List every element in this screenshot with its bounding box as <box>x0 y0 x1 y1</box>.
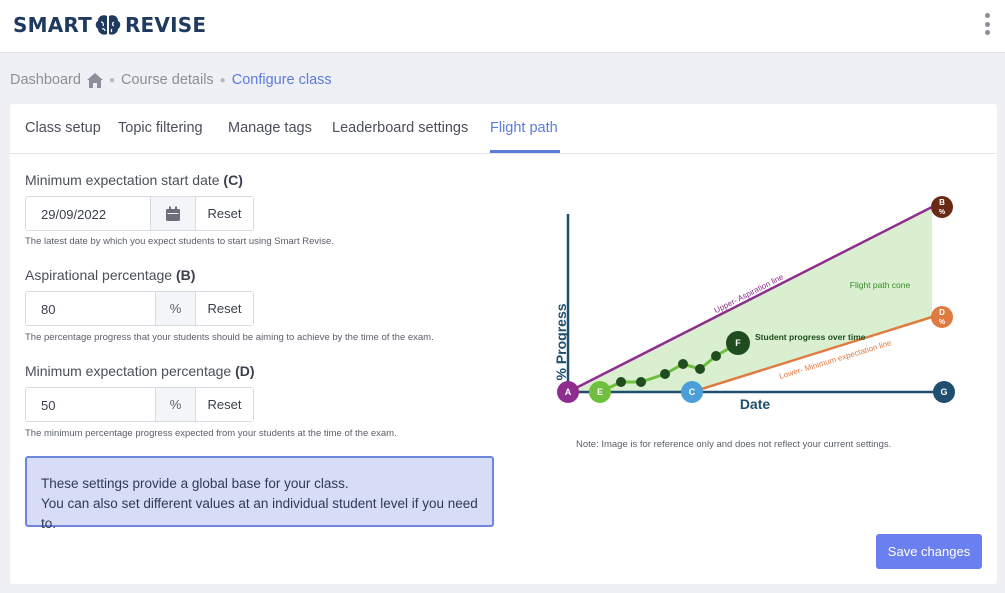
tab-flight-path[interactable]: Flight path <box>490 120 558 136</box>
save-changes-button[interactable]: Save changes <box>876 534 982 569</box>
breadcrumb-separator: ● <box>219 74 226 86</box>
start-date-reset-button[interactable]: Reset <box>195 197 253 230</box>
start-date-label: Minimum expectation start date (C) <box>25 172 243 188</box>
svg-text:B: B <box>939 198 945 207</box>
aspirational-input-group: 80 % Reset <box>25 291 254 326</box>
flight-path-diagram: % Progress Date Upper- Aspiration line L… <box>553 196 955 412</box>
svg-text:F: F <box>735 338 741 348</box>
brain-icon <box>95 15 121 35</box>
tab-manage-tags[interactable]: Manage tags <box>228 120 312 136</box>
breadcrumb-course-details[interactable]: Course details <box>121 72 214 88</box>
svg-text:C: C <box>689 387 696 397</box>
aspirational-help: The percentage progress that your studen… <box>25 332 434 343</box>
progress-point <box>636 377 646 387</box>
svg-text:%: % <box>939 209 946 216</box>
percent-addon: % <box>155 292 195 325</box>
progress-point <box>616 377 626 387</box>
point-a: A <box>557 381 579 403</box>
calendar-icon[interactable] <box>150 197 195 230</box>
svg-text:E: E <box>597 387 603 397</box>
configure-class-card: Class setup Topic filtering Manage tags … <box>10 104 997 584</box>
breadcrumb-dashboard[interactable]: Dashboard <box>10 72 81 88</box>
point-e: E <box>589 381 611 403</box>
breadcrumb-separator: ● <box>108 74 115 86</box>
aspirational-reset-button[interactable]: Reset <box>195 292 253 325</box>
info-line-2: You can also set different values at an … <box>41 496 478 531</box>
logo-text-revise: REVISE <box>124 13 207 37</box>
minimum-help: The minimum percentage progress expected… <box>25 428 397 439</box>
y-axis-label: % Progress <box>553 303 569 380</box>
minimum-input-group: 50 % Reset <box>25 387 254 422</box>
start-date-field[interactable]: 29/09/2022 <box>26 197 106 230</box>
aspirational-percentage-field[interactable]: 80 <box>26 292 55 325</box>
progress-point <box>660 369 670 379</box>
top-bar: SMART REVISE <box>0 0 1005 53</box>
logo-text-smart: SMART <box>13 13 92 37</box>
svg-text:A: A <box>565 387 572 397</box>
breadcrumb: Dashboard ● Course details ● Configure c… <box>10 70 332 90</box>
active-tab-indicator <box>490 150 560 153</box>
minimum-reset-button[interactable]: Reset <box>195 388 253 421</box>
point-d: D % <box>931 306 953 328</box>
tab-bar: Class setup Topic filtering Manage tags … <box>10 104 997 154</box>
start-date-help: The latest date by which you expect stud… <box>25 236 334 247</box>
tab-class-setup[interactable]: Class setup <box>25 120 101 136</box>
tab-topic-filtering[interactable]: Topic filtering <box>118 120 203 136</box>
svg-text:G: G <box>940 387 947 397</box>
progress-point <box>695 364 705 374</box>
more-options-icon[interactable] <box>982 13 992 35</box>
percent-addon: % <box>155 388 195 421</box>
cone-label: Flight path cone <box>850 280 911 290</box>
progress-point <box>711 351 721 361</box>
info-line-1: These settings provide a global base for… <box>41 476 349 491</box>
aspirational-label: Aspirational percentage (B) <box>25 267 196 283</box>
svg-text:D: D <box>939 308 945 317</box>
svg-text:%: % <box>939 319 946 326</box>
point-c: C <box>681 381 703 403</box>
progress-point <box>678 359 688 369</box>
point-f: F <box>726 331 750 355</box>
start-date-input-group: 29/09/2022 Reset <box>25 196 254 231</box>
minimum-label: Minimum expectation percentage (D) <box>25 363 255 379</box>
home-icon[interactable] <box>86 72 103 88</box>
point-g: G <box>933 381 955 403</box>
smart-revise-logo[interactable]: SMART REVISE <box>13 12 206 38</box>
point-b: B % <box>931 196 953 218</box>
tab-leaderboard-settings[interactable]: Leaderboard settings <box>332 120 468 136</box>
reference-note: Note: Image is for reference only and do… <box>576 439 892 450</box>
breadcrumb-configure-class: Configure class <box>231 72 332 88</box>
x-axis-label: Date <box>740 396 771 412</box>
info-alert: These settings provide a global base for… <box>25 456 494 531</box>
minimum-percentage-field[interactable]: 50 <box>26 388 55 421</box>
progress-label: Student progress over time <box>755 332 866 342</box>
